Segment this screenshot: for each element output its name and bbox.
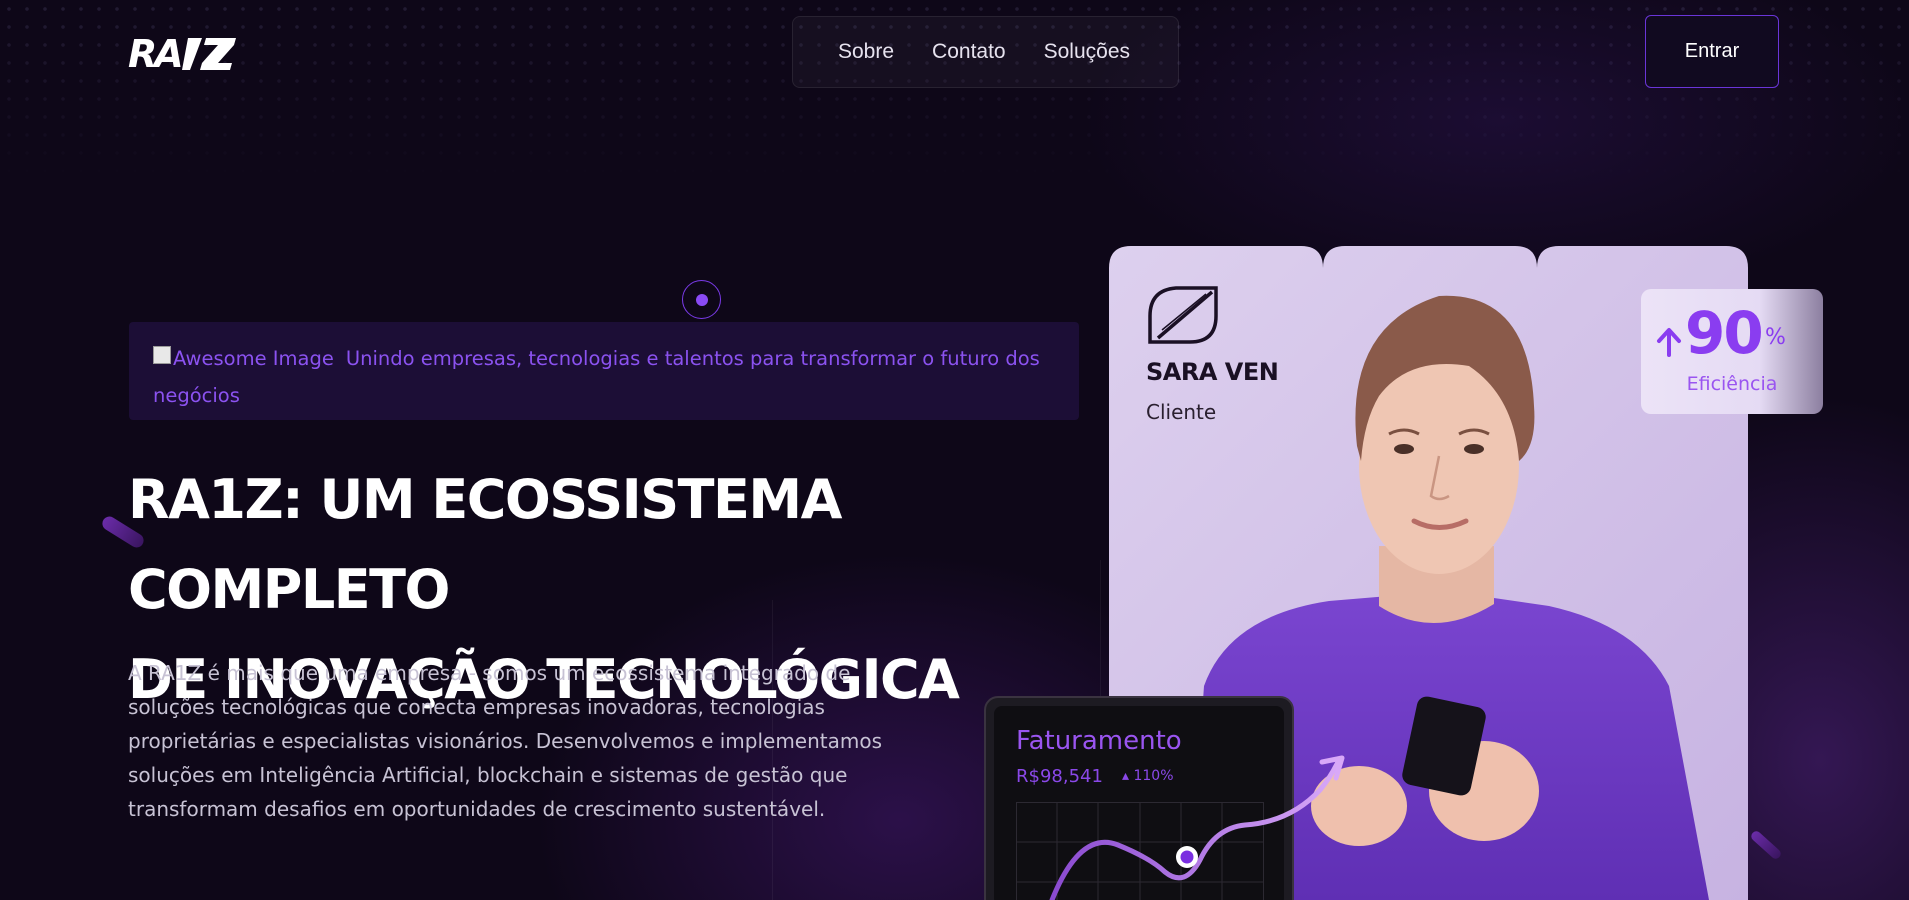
revenue-card: Faturamento R$98,541 ▴ 110%: [984, 696, 1294, 900]
marker-dot-icon: [682, 280, 721, 319]
nav-contato[interactable]: Contato: [932, 40, 1006, 64]
nav-solucoes[interactable]: Soluções: [1044, 40, 1130, 64]
efficiency-label: Eficiência: [1686, 373, 1778, 395]
revenue-change-value: 110%: [1133, 768, 1174, 784]
hero-title-line-1: RA1Z: UM ECOSSISTEMA COMPLETO: [128, 468, 842, 621]
logo[interactable]: RA: [128, 32, 238, 76]
nav-sobre[interactable]: Sobre: [838, 40, 894, 64]
client-role: Cliente: [1146, 400, 1217, 424]
efficiency-card: 90 % Eficiência: [1641, 289, 1823, 414]
efficiency-unit: %: [1765, 325, 1786, 350]
triangle-up-icon: ▴: [1122, 768, 1130, 784]
broken-image-icon: Awesome Image: [153, 340, 334, 377]
revenue-value: R$98,541: [1016, 766, 1103, 787]
decorative-stroke: [1749, 829, 1783, 861]
svg-text:RA: RA: [128, 34, 181, 74]
revenue-change: ▴ 110%: [1122, 768, 1174, 784]
revenue-title: Faturamento: [1016, 726, 1182, 756]
hero-description: A RA1Z é mais que uma empresa - somos um…: [128, 661, 883, 821]
efficiency-value: 90: [1685, 299, 1764, 367]
logo-mark-icon: RA: [128, 32, 236, 76]
login-button[interactable]: Entrar: [1645, 15, 1779, 88]
client-logo-icon: [1148, 286, 1218, 344]
tagline-banner: Awesome Image Unindo empresas, tecnologi…: [129, 322, 1079, 420]
client-name: SARA VEN: [1146, 358, 1279, 386]
broken-image-alt: Awesome Image: [173, 347, 334, 370]
revenue-chart-grid: [1016, 802, 1264, 900]
arrow-up-icon: [1657, 328, 1681, 357]
main-nav: Sobre Contato Soluções: [792, 16, 1179, 88]
